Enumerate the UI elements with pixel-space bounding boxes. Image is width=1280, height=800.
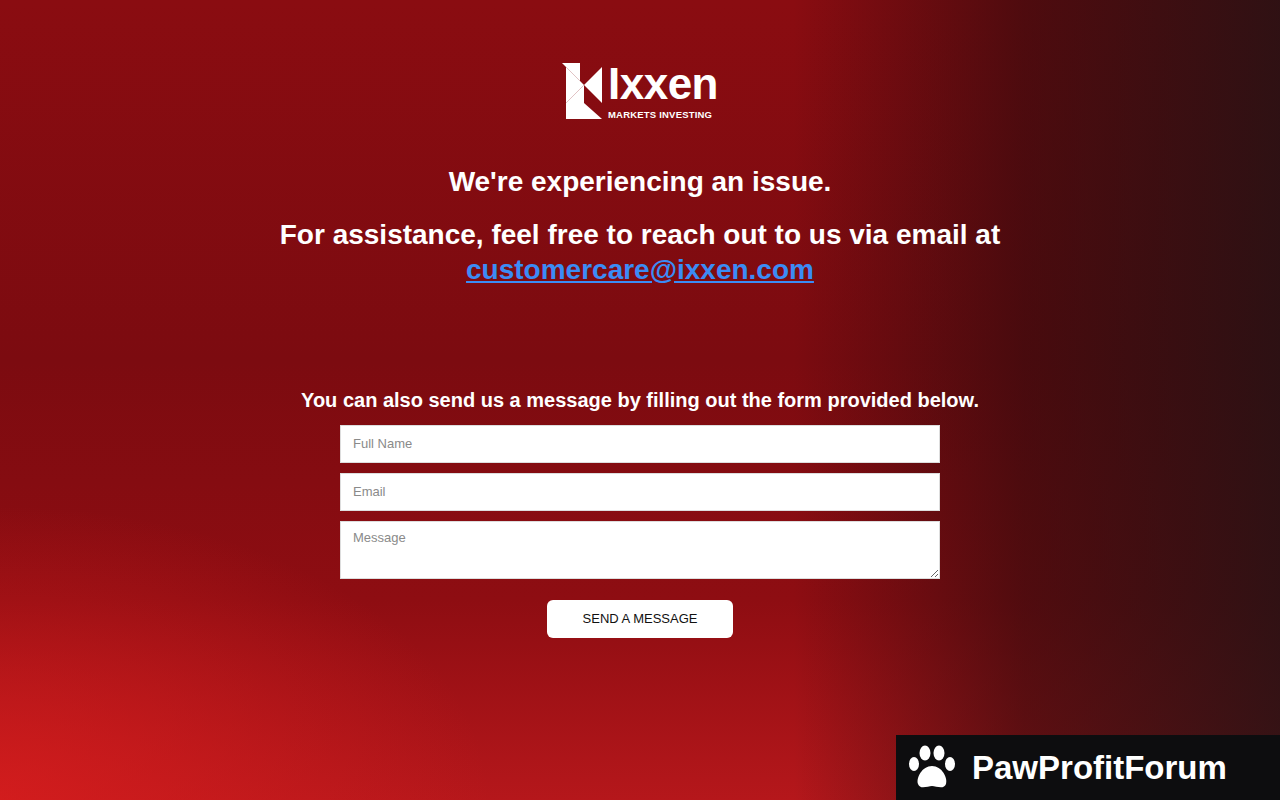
logo-icon — [562, 63, 602, 119]
message-field[interactable] — [340, 521, 940, 579]
logo-name: Ixxen — [608, 62, 718, 106]
send-button[interactable]: SEND A MESSAGE — [547, 600, 733, 638]
assistance-text: For assistance, feel free to reach out t… — [280, 217, 1000, 287]
contact-form: SEND A MESSAGE — [340, 425, 940, 638]
logo-tagline: MARKETS INVESTING — [608, 110, 712, 120]
error-heading: We're experiencing an issue. — [449, 164, 832, 199]
email-link[interactable]: customercare@ixxen.com — [466, 254, 814, 285]
paw-icon — [906, 744, 958, 792]
text-field[interactable] — [340, 425, 940, 463]
text-field[interactable] — [340, 473, 940, 511]
page: Ixxen MARKETS INVESTING We're experiencing… — [0, 0, 1280, 800]
assistance-line: For assistance, feel free to reach out t… — [280, 217, 1000, 252]
logo[interactable]: Ixxen MARKETS INVESTING — [562, 62, 718, 120]
form-intro: You can also send us a message by fillin… — [301, 385, 979, 415]
watermark-text: PawProfitForum — [972, 743, 1227, 793]
logo-text: Ixxen MARKETS INVESTING — [608, 62, 718, 120]
watermark: PawProfitForum — [896, 735, 1280, 800]
